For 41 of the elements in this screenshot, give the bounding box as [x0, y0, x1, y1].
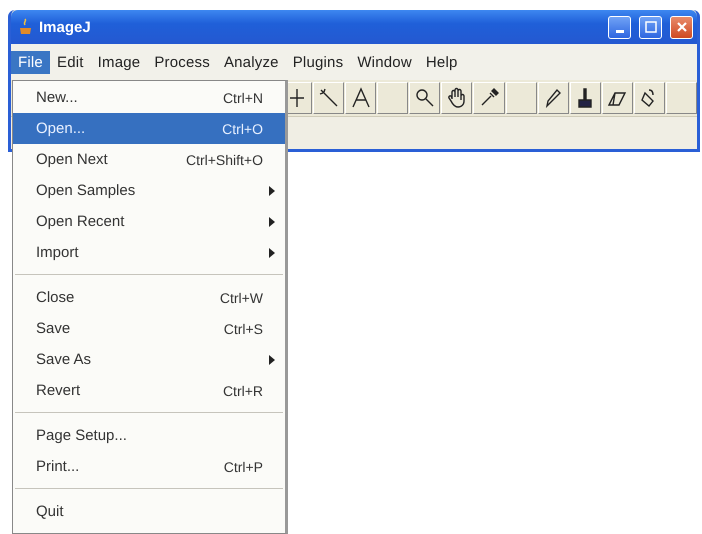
- magnifier-icon: [414, 87, 436, 109]
- menu-item[interactable]: New... Ctrl+N: [13, 82, 285, 113]
- tool-button[interactable]: [570, 82, 601, 114]
- close-icon: [676, 21, 688, 33]
- text-icon: [350, 87, 372, 109]
- menu-title[interactable]: Image: [90, 50, 148, 74]
- tool-button[interactable]: [473, 82, 505, 114]
- menu-title[interactable]: File: [11, 50, 50, 74]
- minimize-icon: [616, 30, 624, 32]
- minimize-button[interactable]: [608, 16, 631, 38]
- menu-title[interactable]: Plugins: [286, 50, 350, 74]
- menu-title[interactable]: Analyze: [216, 50, 286, 74]
- maximize-button[interactable]: [639, 16, 662, 38]
- tool-button[interactable]: [441, 82, 472, 114]
- tool-button[interactable]: [538, 82, 569, 114]
- menu-item[interactable]: Save Ctrl+S: [13, 313, 285, 344]
- tool-button[interactable]: [345, 82, 376, 114]
- menu-item[interactable]: Save As: [13, 344, 285, 375]
- window-title: ImageJ: [39, 18, 92, 36]
- menu-title[interactable]: Process: [147, 50, 217, 74]
- tool-button[interactable]: [409, 82, 440, 114]
- menu-item[interactable]: Print... Ctrl+P: [13, 451, 285, 482]
- tool-button[interactable]: [313, 82, 344, 114]
- coffee-cup-icon: [19, 18, 33, 36]
- tool-button[interactable]: [602, 82, 633, 114]
- menu-item[interactable]: Open Samples: [13, 175, 285, 206]
- menu-item[interactable]: Import: [13, 237, 285, 268]
- menu-item[interactable]: Open Next Ctrl+Shift+O: [13, 144, 285, 175]
- maximize-icon: [644, 21, 656, 33]
- wand-icon: [318, 87, 340, 109]
- close-button[interactable]: [670, 16, 693, 38]
- menu-title[interactable]: Window: [350, 50, 419, 74]
- menu-item[interactable]: Close Ctrl+W: [13, 282, 285, 313]
- menu-item[interactable]: Page Setup...: [13, 420, 285, 451]
- tool-button[interactable]: [634, 82, 665, 114]
- menu-title[interactable]: Edit: [50, 50, 91, 74]
- menu-item[interactable]: Revert Ctrl+R: [13, 375, 285, 406]
- menu-title[interactable]: Help: [418, 50, 465, 74]
- menu-item[interactable]: Quit: [13, 496, 285, 527]
- menu-item[interactable]: Open... Ctrl+O: [13, 113, 285, 144]
- menu-item[interactable]: Open Recent: [13, 206, 285, 237]
